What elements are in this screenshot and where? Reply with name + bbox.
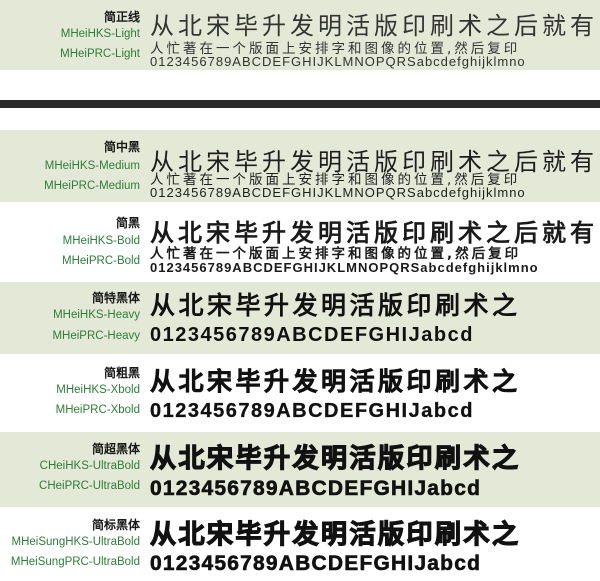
sample-second-line: 人忙著在一个版面上安排字和图像的位置,然后复印 xyxy=(150,246,522,262)
font-en-name-prc: MHeiPRC-Bold xyxy=(62,255,140,267)
font-en-name-hks: MHeiHKS-Heavy xyxy=(53,309,140,321)
sample-headline: 从北宋毕升发明活版印刷术之 xyxy=(150,443,521,474)
font-cn-name: 简特黑体 xyxy=(91,291,140,305)
font-en-name-hks: CHeiHKS-UltraBold xyxy=(39,460,140,472)
sample-headline: 从北宋毕升发明活版印刷术之 xyxy=(150,367,521,397)
font-en-name-hks: MHeiSungHKS-UltraBold xyxy=(11,536,140,548)
font-cn-name: 简中黑 xyxy=(103,140,140,154)
sample-headline: 从北宋毕升发明活版印刷术之 xyxy=(150,291,521,320)
font-en-name-hks: MHeiHKS-Xbold xyxy=(56,384,140,396)
sample-headline: 从北宋毕升发明活版印刷术之后就有 xyxy=(150,12,598,40)
font-row-light: 简正线 MHeiHKS-Light MHeiPRC-Light 从北宋毕升发明活… xyxy=(0,0,600,70)
font-labels: 简特黑体 MHeiHKS-Heavy MHeiPRC-Heavy xyxy=(0,282,140,354)
font-cn-name: 简粗黑 xyxy=(103,366,140,380)
font-row-medium: 简中黑 MHeiHKS-Medium MHeiPRC-Medium 从北宋毕升发… xyxy=(0,130,600,202)
font-en-name-hks: MHeiHKS-Medium xyxy=(44,160,140,172)
sample-alphanumeric: 0123456789ABCDEFGHIJKLMNOPQRSabcdefghijk… xyxy=(150,260,539,275)
font-row-sung-ultrabold: 简标黑体 MHeiSungHKS-UltraBold MHeiSungPRC-U… xyxy=(0,508,600,581)
font-en-name-hks: MHeiHKS-Bold xyxy=(62,235,140,247)
font-row-bold: 简黑 MHeiHKS-Bold MHeiPRC-Bold 从北宋毕升发明活版印刷… xyxy=(0,205,600,280)
sample-alphanumeric: 0123456789ABCDEFGHIJabcd xyxy=(150,552,482,575)
font-en-name-prc: MHeiPRC-Medium xyxy=(44,180,140,192)
font-labels: 简正线 MHeiHKS-Light MHeiPRC-Light xyxy=(0,0,140,70)
sample-alphanumeric: 0123456789ABCDEFGHIJabcd xyxy=(150,324,474,346)
font-labels: 简粗黑 MHeiHKS-Xbold MHeiPRC-Xbold xyxy=(0,356,140,431)
font-cn-name: 简标黑体 xyxy=(91,518,140,532)
font-en-name-prc: MHeiPRC-Xbold xyxy=(55,404,140,416)
font-cn-name: 简黑 xyxy=(115,216,140,230)
font-en-name-prc: CHeiPRC-UltraBold xyxy=(39,480,140,492)
font-row-heavy: 简特黑体 MHeiHKS-Heavy MHeiPRC-Heavy 从北宋毕升发明… xyxy=(0,282,600,354)
font-row-xbold: 简粗黑 MHeiHKS-Xbold MHeiPRC-Xbold 从北宋毕升发明活… xyxy=(0,356,600,431)
sample-headline: 从北宋毕升发明活版印刷术之 xyxy=(150,519,521,550)
font-labels: 简黑 MHeiHKS-Bold MHeiPRC-Bold xyxy=(0,205,140,280)
font-en-name-prc: MHeiPRC-Heavy xyxy=(52,330,140,342)
font-en-name-hks: MHeiHKS-Light xyxy=(60,28,140,40)
sample-alphanumeric: 0123456789ABCDEFGHIJabcd xyxy=(150,477,482,500)
font-labels: 简中黑 MHeiHKS-Medium MHeiPRC-Medium xyxy=(0,130,140,202)
font-cn-name: 简正线 xyxy=(103,10,140,24)
font-labels: 简超黑体 CHeiHKS-UltraBold CHeiPRC-UltraBold xyxy=(0,432,140,507)
font-row-ultrabold: 简超黑体 CHeiHKS-UltraBold CHeiPRC-UltraBold… xyxy=(0,432,600,507)
font-cn-name: 简超黑体 xyxy=(91,442,140,456)
sample-alphanumeric: 0123456789ABCDEFGHIJKLMNOPQRSabcdefghijk… xyxy=(150,54,526,69)
section-divider xyxy=(0,100,600,108)
font-en-name-prc: MHeiPRC-Light xyxy=(60,48,140,60)
sample-alphanumeric: 0123456789ABCDEFGHIJabcd xyxy=(150,400,474,422)
font-labels: 简标黑体 MHeiSungHKS-UltraBold MHeiSungPRC-U… xyxy=(0,508,140,581)
font-en-name-prc: MHeiSungPRC-UltraBold xyxy=(10,556,140,568)
sample-alphanumeric: 0123456789ABCDEFGHIJKLMNOPQRSabcdefghijk… xyxy=(150,185,526,200)
